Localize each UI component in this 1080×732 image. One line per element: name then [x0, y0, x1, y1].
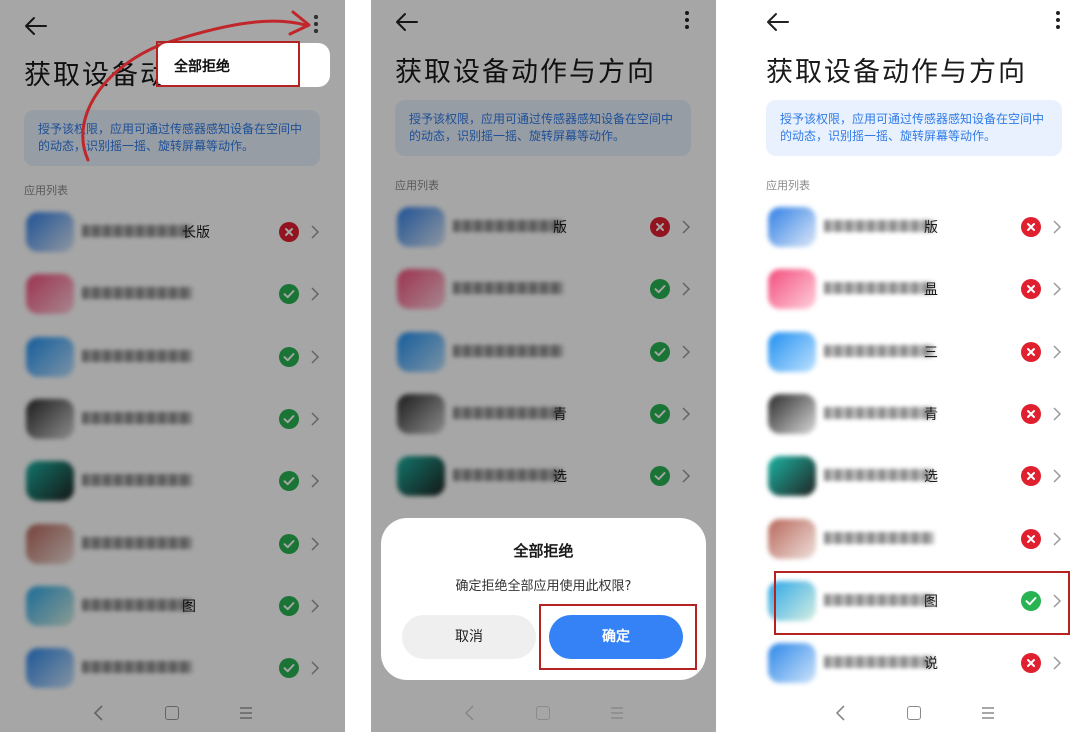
- nav-back-icon[interactable]: [463, 704, 477, 722]
- app-name-redacted: [824, 282, 934, 295]
- dialog-message: 确定拒绝全部应用使用此权限?: [455, 579, 632, 594]
- denied-x-icon: [1021, 653, 1041, 674]
- chevron-right-icon: [1053, 220, 1062, 234]
- highlight-box: [774, 571, 1070, 635]
- page-title: 获取设备动作与方向: [766, 57, 1027, 88]
- screen-3: 获取设备动作与方向 授予该权限，应用可通过传感器感知设备在空间中的动态，识别摇一…: [742, 0, 1080, 732]
- annotation-arrow: [81, 10, 311, 162]
- app-row[interactable]: 三: [766, 330, 1066, 374]
- app-icon: [768, 393, 816, 434]
- app-name-tail: 版: [924, 220, 938, 236]
- app-name-tail: 说: [924, 656, 938, 673]
- nav-home-icon[interactable]: [536, 706, 550, 720]
- chevron-right-icon: [1053, 469, 1062, 483]
- denied-x-icon: [1021, 403, 1041, 424]
- app-name: [824, 529, 959, 549]
- app-name-tail: 昷: [924, 282, 938, 299]
- nav-home-icon[interactable]: [907, 706, 921, 720]
- app-name-redacted: [824, 469, 934, 482]
- app-row[interactable]: [766, 517, 1066, 561]
- app-name: 选: [824, 466, 959, 486]
- dialog-title: 全部拒绝: [513, 542, 574, 560]
- denied-x-icon: [1021, 217, 1041, 237]
- app-icon: [768, 456, 816, 497]
- app-icon: [768, 207, 816, 247]
- app-icon: [768, 518, 816, 559]
- chevron-right-icon: [1053, 345, 1062, 359]
- app-name-tail: 三: [924, 344, 938, 361]
- nav-back-icon[interactable]: [834, 704, 848, 722]
- more-options-icon[interactable]: [1053, 8, 1063, 32]
- app-name-redacted: [824, 531, 934, 544]
- screen-1: 获取设备动 授予该权限，应用可通过传感器感知设备在空间中的动态，识别摇一摇、旋转…: [0, 0, 345, 732]
- nav-recents-icon[interactable]: [609, 705, 625, 721]
- denied-x-icon: [1021, 528, 1041, 549]
- chevron-right-icon: [1053, 531, 1062, 546]
- highlight-box: [539, 604, 697, 670]
- app-row[interactable]: 版: [766, 205, 1066, 249]
- app-name: 三: [824, 342, 959, 362]
- highlight-box: [156, 41, 300, 87]
- app-name-redacted: [824, 344, 934, 357]
- app-icon: [768, 643, 816, 684]
- app-name: 版: [824, 217, 959, 237]
- app-name-redacted: [824, 220, 934, 232]
- back-arrow-icon[interactable]: [764, 8, 792, 36]
- app-row[interactable]: 青: [766, 392, 1066, 436]
- chevron-right-icon: [1053, 407, 1062, 421]
- app-icon: [768, 269, 816, 310]
- more-options-icon-highlighted[interactable]: [311, 12, 321, 36]
- app-name-redacted: [824, 656, 934, 669]
- chevron-right-icon: [1053, 656, 1062, 670]
- system-nav-bar: [742, 696, 1080, 732]
- permission-info-box: 授予该权限，应用可通过传感器感知设备在空间中的动态，识别摇一摇、旋转屏幕等动作。: [766, 100, 1062, 156]
- denied-x-icon: [1021, 279, 1041, 300]
- app-name-redacted: [824, 406, 934, 419]
- app-name: 说: [824, 653, 959, 673]
- denied-x-icon: [1021, 341, 1041, 362]
- screen-2: 获取设备动作与方向 授予该权限，应用可通过传感器感知设备在空间中的动态，识别摇一…: [371, 0, 716, 732]
- app-list-label: 应用列表: [766, 179, 810, 192]
- app-name: 青: [824, 404, 959, 424]
- app-name-tail: 选: [924, 469, 938, 486]
- denied-x-icon: [1021, 466, 1041, 487]
- app-icon: [768, 331, 816, 372]
- gap: [716, 0, 742, 732]
- chevron-right-icon: [1053, 282, 1062, 296]
- app-name-tail: 青: [924, 406, 938, 423]
- system-nav-bar: [371, 696, 716, 732]
- cancel-button[interactable]: 取消: [402, 615, 536, 659]
- gap: [345, 0, 371, 732]
- app-name: 昷: [824, 279, 959, 299]
- app-row[interactable]: 昷: [766, 267, 1066, 311]
- app-row[interactable]: 选: [766, 454, 1066, 498]
- app-row[interactable]: 说: [766, 641, 1066, 685]
- nav-recents-icon[interactable]: [980, 705, 996, 721]
